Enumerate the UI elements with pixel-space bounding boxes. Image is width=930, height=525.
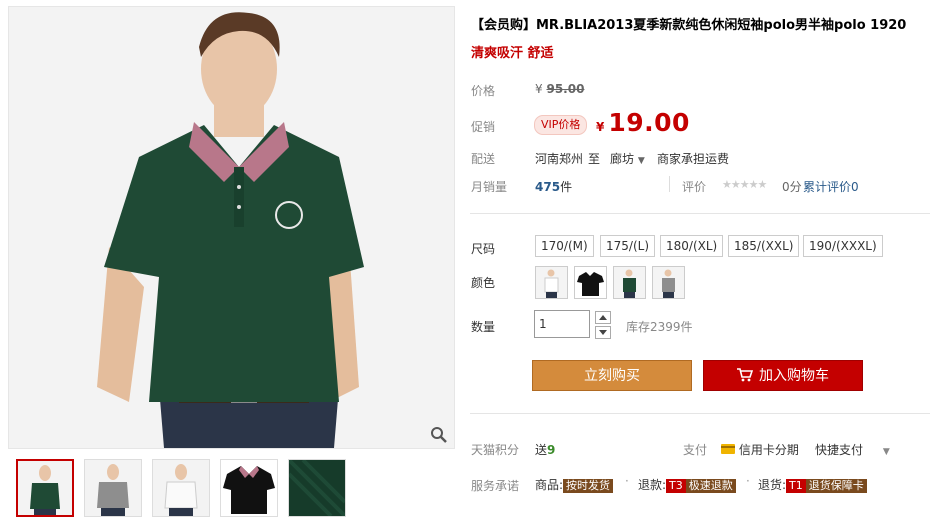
thumbnail-5[interactable] [288,459,346,517]
quantity-input[interactable] [534,310,590,338]
service-goods-prefix: 商品: [535,478,564,492]
section-divider-2 [470,413,930,414]
chevron-up-icon [599,315,607,320]
size-option-l[interactable]: 175/(L) [600,235,655,257]
monthly-sales-unit: 件 [560,180,573,194]
quantity-label: 数量 [471,320,496,334]
price-currency: ¥ [535,82,543,96]
monthly-sales-count: 475 [535,180,561,194]
points-text: 送 [535,443,548,457]
price-value: ¥ 95.00 [535,82,584,96]
quantity-increase-button[interactable] [595,311,611,324]
rating-label: 评价 [682,180,707,194]
thumbnail-1[interactable] [16,459,74,517]
shipping-label: 配送 [471,152,496,166]
color-swatch-black[interactable] [574,266,607,299]
chevron-down-icon: ▼ [637,156,645,166]
review-count-link[interactable]: 累计评价0 [803,178,859,195]
thumbnail-3[interactable] [152,459,210,517]
shipping-to: 至 [588,152,601,166]
sales-divider [669,176,670,192]
payment-label: 支付 [683,443,708,457]
color-swatch-dark-green[interactable] [613,266,646,299]
points-value: 送9 [535,441,555,458]
service-return: 退货: T1 退货保障卡 [758,476,867,493]
quantity-decrease-button[interactable] [595,326,611,339]
size-label: 尺码 [471,242,496,256]
model-photo [9,7,454,448]
promo-price: ¥19.00 [596,108,690,137]
rating-stars-icon: ★★★★★ [722,178,767,191]
promo-value: 19.00 [608,108,690,137]
add-to-cart-button[interactable]: 加入购物车 [703,360,863,391]
return-guarantee-badge: 退货保障卡 [805,479,867,493]
shipping-origin: 河南郑州 [535,152,584,166]
service-return-prefix: 退货: [758,478,787,492]
quick-pay-label: 快捷支付 [815,443,864,457]
vip-price-badge: VIP价格 [534,115,588,135]
service-dot: · [625,474,629,488]
return-tag-icon: T1 [786,479,806,493]
price-label: 价格 [471,84,496,98]
zoom-icon[interactable] [430,426,448,444]
thumbnail-4[interactable] [220,459,278,517]
section-divider [470,213,930,214]
credit-card-icon [721,444,735,454]
size-option-xxxl[interactable]: 190/(XXXL) [803,235,883,257]
cart-icon [737,368,754,382]
shipping-destination: 廊坊 [610,152,635,166]
credit-installment: 信用卡分期 [721,441,799,458]
buy-now-button[interactable]: 立刻购买 [532,360,692,391]
service-refund-prefix: 退款: [638,478,667,492]
points-label: 天猫积分 [471,443,520,457]
color-swatch-white[interactable] [535,266,568,299]
original-price: 95.00 [546,82,585,96]
promo-label: 促销 [471,120,496,134]
credit-installment-label: 信用卡分期 [738,443,799,457]
shipping-destination-dropdown[interactable]: 廊坊 ▼ [610,150,645,167]
service-label: 服务承诺 [471,479,520,493]
service-goods: 商品: 按时发货 [535,476,614,493]
review-count-label: 累计评价 [803,180,852,194]
chevron-down-icon [599,330,607,335]
review-count: 0 [851,180,859,194]
size-option-xl[interactable]: 180/(XL) [660,235,724,257]
product-subtitle: 清爽吸汗 舒适 [471,46,554,61]
fast-refund-badge: 极速退款 [685,479,736,493]
monthly-sales-label: 月销量 [471,180,508,194]
thumbnail-2[interactable] [84,459,142,517]
service-dot-2: · [746,474,750,488]
promo-currency: ¥ [596,120,605,134]
service-refund: 退款: T3 极速退款 [638,476,736,493]
color-swatch-gray[interactable] [652,266,685,299]
add-to-cart-label: 加入购物车 [759,368,829,384]
points-number: 9 [547,443,556,457]
on-time-delivery-badge: 按时发货 [563,479,614,493]
chevron-down-icon: ▼ [882,447,890,457]
stock-text: 库存2399件 [626,320,693,334]
shipping-fee-note: 商家承担运费 [657,152,730,166]
size-option-m[interactable]: 170/(M) [535,235,594,257]
monthly-sales-value: 475件 [535,178,572,195]
refund-tag-icon: T3 [666,479,686,493]
product-title: 【会员购】MR.BLIA2013夏季新款纯色休闲短袖polo男半袖polo 19… [471,18,907,33]
rating-score: 0分 [782,180,802,194]
quick-pay-dropdown[interactable]: 快捷支付 ▼ [815,441,890,458]
size-option-xxl[interactable]: 185/(XXL) [728,235,800,257]
color-label: 颜色 [471,276,496,290]
main-product-image[interactable] [8,6,455,449]
